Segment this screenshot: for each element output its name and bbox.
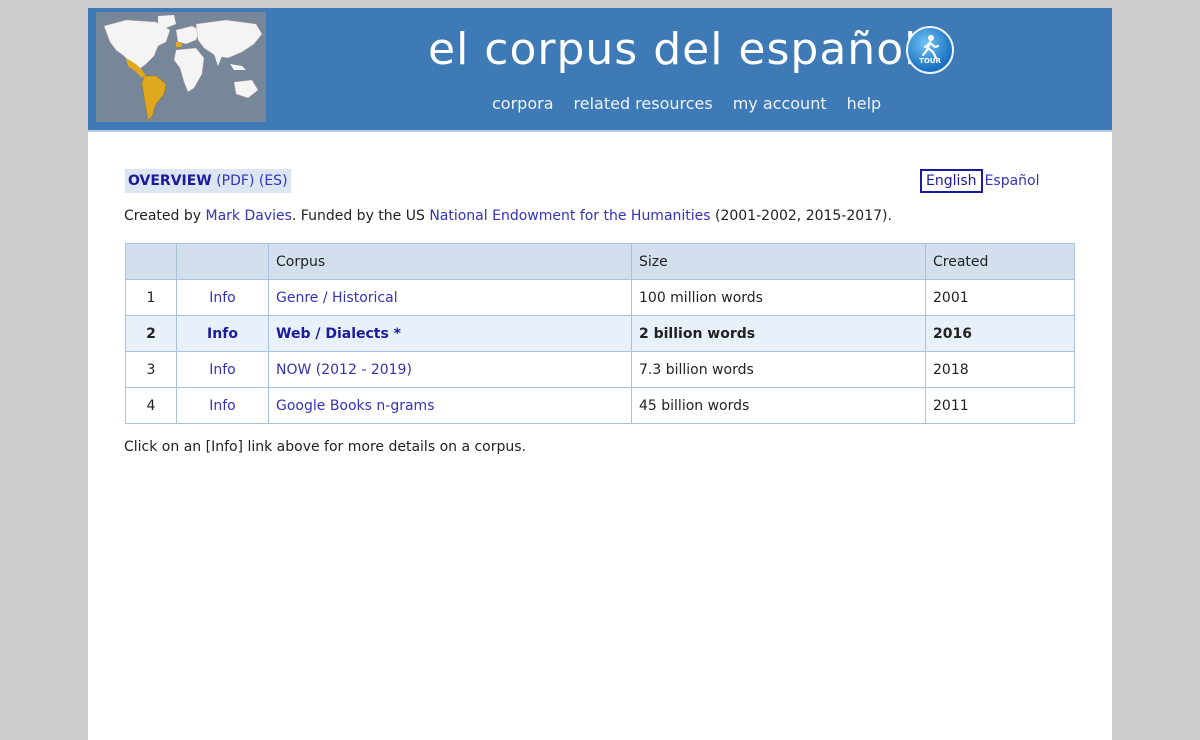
row-number: 4 — [125, 387, 177, 424]
overview-label: OVERVIEW — [128, 173, 212, 189]
info-link[interactable]: Info — [207, 326, 238, 342]
header-info — [176, 243, 269, 280]
corpus-created: 2016 — [925, 315, 1075, 352]
corpus-created: 2011 — [925, 387, 1075, 424]
corpus-link[interactable]: NOW (2012 - 2019) — [276, 362, 412, 378]
corpus-size: 45 billion words — [631, 387, 926, 424]
table-row: 3 Info NOW (2012 - 2019) 7.3 billion wor… — [125, 351, 1075, 388]
site-header: el corpus del español TOUR corpora relat… — [88, 8, 1112, 132]
corpus-link[interactable]: Genre / Historical — [276, 290, 398, 306]
nav-help[interactable]: help — [847, 94, 882, 118]
corpus-link[interactable]: Web / Dialects * — [276, 326, 401, 342]
site-title: el corpus del español — [428, 24, 918, 75]
credit-prefix: Created by — [124, 208, 206, 224]
row-number: 3 — [125, 351, 177, 388]
table-row: 1 Info Genre / Historical 100 million wo… — [125, 279, 1075, 316]
table-row: 4 Info Google Books n-grams 45 billion w… — [125, 387, 1075, 424]
tour-button[interactable]: TOUR — [906, 26, 954, 74]
overview-pdf-link[interactable]: (PDF) — [216, 173, 254, 189]
corpora-table: Corpus Size Created 1 Info Genre / Histo… — [125, 243, 1075, 424]
row-number: 1 — [125, 279, 177, 316]
language-espanol[interactable]: Español — [985, 173, 1040, 189]
header-corpus: Corpus — [268, 243, 632, 280]
overview-links: OVERVIEW (PDF) (ES) — [125, 169, 291, 193]
info-link[interactable]: Info — [209, 290, 236, 306]
walking-person-icon — [921, 35, 940, 60]
nav-my-account[interactable]: my account — [733, 94, 827, 118]
corpus-size: 2 billion words — [631, 315, 926, 352]
row-number: 2 — [125, 315, 177, 352]
corpus-size: 100 million words — [631, 279, 926, 316]
table-header-row: Corpus Size Created — [125, 243, 1075, 280]
overview-es-link[interactable]: (ES) — [259, 173, 288, 189]
credit-line: Created by Mark Davies. Funded by the US… — [124, 208, 892, 224]
header-num — [125, 243, 177, 280]
info-link[interactable]: Info — [209, 362, 236, 378]
main-nav: corpora related resources my account hel… — [492, 94, 881, 118]
corpus-created: 2018 — [925, 351, 1075, 388]
credit-suffix: (2001-2002, 2015-2017). — [710, 208, 892, 224]
header-created: Created — [925, 243, 1075, 280]
world-map-image — [96, 12, 266, 122]
page-container: el corpus del español TOUR corpora relat… — [88, 8, 1112, 740]
nav-related-resources[interactable]: related resources — [574, 94, 713, 118]
corpus-created: 2001 — [925, 279, 1075, 316]
header-size: Size — [631, 243, 926, 280]
table-row-highlighted: 2 Info Web / Dialects * 2 billion words … — [125, 315, 1075, 352]
info-link[interactable]: Info — [209, 398, 236, 414]
tour-label: TOUR — [919, 57, 941, 65]
corpus-link[interactable]: Google Books n-grams — [276, 398, 434, 414]
info-note: Click on an [Info] link above for more d… — [124, 439, 527, 455]
funder-link[interactable]: National Endowment for the Humanities — [429, 208, 710, 224]
language-english[interactable]: English — [920, 169, 983, 193]
corpus-size: 7.3 billion words — [631, 351, 926, 388]
world-map-logo[interactable] — [96, 12, 266, 122]
language-switch: English Español — [920, 169, 1040, 193]
credit-middle: . Funded by the US — [291, 208, 430, 224]
nav-corpora[interactable]: corpora — [492, 94, 554, 118]
author-link[interactable]: Mark Davies — [205, 208, 291, 224]
